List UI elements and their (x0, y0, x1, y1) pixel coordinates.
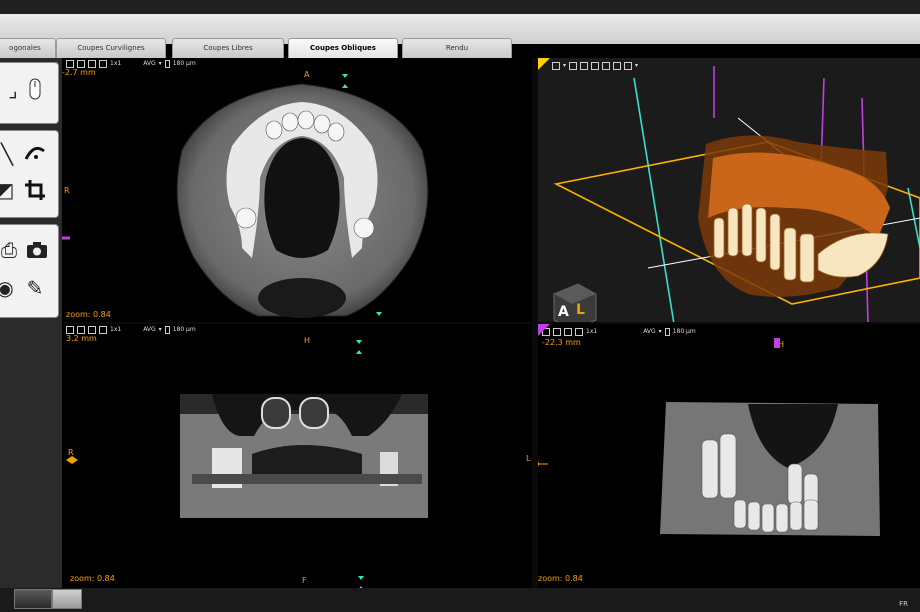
tool-sidebar: ⌟ ╲ ◩ ⎙ ◉ ✎ (0, 58, 62, 588)
tab-coupes-obliques[interactable]: Coupes Obliques (288, 38, 398, 58)
viewport-3d-render[interactable]: ▾ ▾ A L (534, 58, 920, 324)
tab-coupes-curvilignes[interactable]: Coupes Curvilignes (56, 38, 166, 58)
taskbar-button-active[interactable] (14, 589, 52, 609)
application-screen: ogonales Coupes Curvilignes Coupes Libre… (0, 14, 920, 588)
language-indicator[interactable]: FR (899, 600, 908, 608)
tab-orthogonales[interactable]: ogonales (0, 38, 56, 58)
viewport-sagittal[interactable]: 1x1 AVG ▾ 180 µm -22.3 mm H L A (526, 324, 920, 588)
toolgroup-measure: ╲ ◩ (0, 130, 59, 218)
zoom-readout: zoom: 0.84 (66, 310, 111, 319)
print-icon[interactable]: ⎙ (0, 237, 22, 263)
tab-rendu[interactable]: Rendu (402, 38, 512, 58)
viewport-axial[interactable]: 1x1 AVG ▾ 180 µm -2.7 mm A R P (62, 58, 532, 324)
sagittal-scan-image (538, 324, 880, 536)
toolgroup-export: ⎙ ◉ ✎ (0, 224, 59, 318)
monitor-bezel-top (0, 0, 920, 14)
edit-icon[interactable]: ✎ (22, 275, 48, 301)
cube-label-left: L (576, 302, 585, 318)
cd-icon[interactable]: ◉ (0, 275, 18, 301)
zoom-readout: zoom: 0.84 (70, 574, 115, 583)
tab-coupes-libres[interactable]: Coupes Libres (172, 38, 284, 58)
axial-scan-image (62, 74, 429, 324)
orientation-bottom: F (302, 576, 307, 585)
camera-icon[interactable] (24, 237, 50, 263)
toolgroup-view: ⌟ (0, 62, 59, 124)
viewport-divider-horizontal[interactable] (62, 322, 920, 324)
viewport-coronal[interactable]: 1x1 AVG ▾ 180 µm 3.2 mm H R zoom: 0.84 F (62, 324, 532, 588)
taskbar (0, 588, 920, 612)
cube-label-anterior: A (558, 304, 569, 320)
coronal-scan-image (66, 340, 428, 588)
angle-icon[interactable] (22, 139, 48, 165)
3d-render-image (538, 58, 920, 324)
crop-icon[interactable] (22, 177, 48, 203)
taskbar-button[interactable] (52, 589, 82, 609)
mouse-icon[interactable] (22, 77, 48, 103)
ruler-icon[interactable]: ╲ (0, 141, 20, 167)
zoom-readout: zoom: 0.84 (538, 574, 583, 583)
annotation-icon[interactable]: ◩ (0, 177, 18, 203)
